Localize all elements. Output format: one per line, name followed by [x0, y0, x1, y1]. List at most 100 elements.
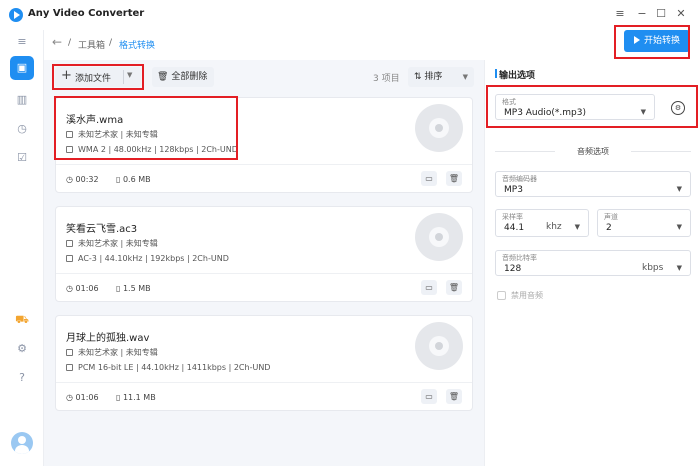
- file-size: ▯ 1.5 MB: [116, 284, 151, 293]
- divider: [56, 273, 472, 274]
- duration-text: 01:06: [75, 393, 99, 402]
- file-card[interactable]: 笑看云飞雪.ac3 未知艺术家 | 未知专辑 AC-3 | 44.10kHz |…: [55, 206, 473, 302]
- settings-icon[interactable]: ⚙: [12, 339, 32, 359]
- disable-audio-label: 禁用音频: [511, 291, 543, 300]
- format-select[interactable]: 格式 MP3 Audio(*.mp3) ▼: [495, 94, 655, 120]
- menu-icon[interactable]: ≡: [612, 6, 628, 22]
- checkbox-icon[interactable]: [497, 291, 506, 300]
- audio-options-heading: 音频选项: [495, 146, 691, 157]
- file-artist-album: 未知艺术家 | 未知专辑: [66, 347, 158, 358]
- format-settings-icon[interactable]: ⚙: [671, 101, 685, 115]
- toolbox-icon[interactable]: ▣: [10, 56, 34, 80]
- audio-disc-icon: [415, 213, 463, 261]
- breadcrumb: ← / 工具箱 / 格式转换 开始转换: [44, 30, 700, 60]
- file-duration: ◷ 01:06: [66, 393, 99, 402]
- output-title: 输出选项: [499, 71, 536, 81]
- delete-all-button[interactable]: 🗑 全部删除: [152, 67, 214, 87]
- bitrate-value: 128: [504, 264, 522, 274]
- title-bar: Any Video Converter ≡ − ☐ ✕: [0, 0, 700, 30]
- open-folder-button[interactable]: ▭: [421, 280, 437, 295]
- sort-button[interactable]: ⇅ 排序 ▼: [408, 67, 474, 87]
- collapse-icon[interactable]: ≡: [12, 32, 32, 52]
- library-icon[interactable]: ▥: [12, 90, 32, 110]
- file-card[interactable]: 溪水声.wma 未知艺术家 | 未知专辑 WMA 2 | 48.00kHz | …: [55, 97, 473, 193]
- cart-icon[interactable]: ⛟: [12, 310, 32, 330]
- samplerate-select[interactable]: 采样率 44.1 khz ▼: [495, 209, 589, 237]
- minimize-button[interactable]: −: [634, 6, 650, 22]
- item-count: 3 项目: [373, 74, 400, 84]
- codec-text: PCM 16-bit LE | 44.10kHz | 1411kbps | 2C…: [78, 363, 271, 372]
- chevron-down-icon: ▼: [574, 223, 580, 231]
- format-label: 格式: [502, 98, 516, 106]
- chevron-down-icon: ▼: [462, 73, 468, 81]
- album-icon: [66, 240, 73, 247]
- audio-encoder-select[interactable]: 音频编码器 MP3 ▼: [495, 171, 691, 197]
- delete-file-button[interactable]: 🗑: [446, 389, 462, 404]
- clock-icon: ◷: [66, 284, 73, 293]
- artist-album-text: 未知艺术家 | 未知专辑: [78, 239, 158, 248]
- channel-select[interactable]: 声道 2 ▼: [597, 209, 691, 237]
- app-logo-icon: [9, 8, 23, 22]
- maximize-button[interactable]: ☐: [653, 6, 669, 22]
- codec-text: WMA 2 | 48.00kHz | 128kbps | 2Ch-UND: [78, 145, 238, 154]
- plus-icon: +: [61, 68, 72, 83]
- file-icon: ▯: [116, 284, 121, 293]
- close-button[interactable]: ✕: [673, 6, 689, 22]
- codec-icon: [66, 146, 73, 153]
- chevron-down-icon: ▼: [676, 264, 682, 272]
- file-icon: ▯: [116, 393, 121, 402]
- file-size: ▯ 11.1 MB: [116, 393, 156, 402]
- size-text: 0.6 MB: [122, 175, 151, 184]
- file-artist-album: 未知艺术家 | 未知专辑: [66, 238, 158, 249]
- open-folder-button[interactable]: ▭: [421, 389, 437, 404]
- divider: [123, 70, 124, 84]
- duration-text: 00:32: [75, 175, 99, 184]
- sidebar: ≡ ▣ ▥ ◷ ☑ ⛟ ⚙ ?: [0, 30, 44, 466]
- samplerate-label: 采样率: [502, 213, 523, 221]
- artist-album-text: 未知艺术家 | 未知专辑: [78, 348, 158, 357]
- file-name: 溪水声.wma: [66, 115, 124, 126]
- file-name: 笑看云飞雪.ac3: [66, 224, 138, 235]
- trash-icon: 🗑: [157, 72, 169, 82]
- codec-icon: [66, 255, 73, 262]
- start-convert-label: 开始转换: [643, 36, 680, 46]
- file-duration: ◷ 00:32: [66, 175, 99, 184]
- size-text: 1.5 MB: [122, 284, 151, 293]
- divider: [56, 382, 472, 383]
- channel-value: 2: [606, 223, 612, 233]
- encoder-value: MP3: [504, 185, 523, 195]
- title-accent-bar: [495, 69, 497, 78]
- audio-disc-icon: [415, 322, 463, 370]
- start-convert-button[interactable]: 开始转换: [624, 30, 690, 52]
- chevron-down-icon[interactable]: ▼: [127, 71, 132, 79]
- codec-icon: [66, 364, 73, 371]
- delete-file-button[interactable]: 🗑: [446, 280, 462, 295]
- chevron-down-icon: ▼: [676, 223, 682, 231]
- album-icon: [66, 349, 73, 356]
- bitrate-label: 音频比特率: [502, 254, 537, 262]
- file-card[interactable]: 月球上的孤独.wav 未知艺术家 | 未知专辑 PCM 16-bit LE | …: [55, 315, 473, 411]
- audio-disc-icon: [415, 104, 463, 152]
- chevron-down-icon: ▼: [640, 108, 646, 116]
- app-title: Any Video Converter: [28, 8, 145, 19]
- size-text: 11.1 MB: [122, 393, 156, 402]
- codec-text: AC-3 | 44.10kHz | 192kbps | 2Ch-UND: [78, 254, 229, 263]
- bitrate-select[interactable]: 音频比特率 128 kbps ▼: [495, 250, 691, 276]
- file-codec-info: PCM 16-bit LE | 44.10kHz | 1411kbps | 2C…: [66, 363, 270, 372]
- chevron-down-icon: ▼: [676, 185, 682, 193]
- tasks-icon[interactable]: ☑: [12, 148, 32, 168]
- disable-audio-checkbox[interactable]: 禁用音频: [497, 290, 543, 301]
- breadcrumb-separator: /: [109, 38, 113, 48]
- file-icon: ▯: [116, 175, 121, 184]
- sort-icon: ⇅: [414, 72, 422, 82]
- history-icon[interactable]: ◷: [12, 119, 32, 139]
- add-file-button[interactable]: + 添加文件 ▼: [55, 67, 141, 87]
- delete-file-button[interactable]: 🗑: [446, 171, 462, 186]
- open-folder-button[interactable]: ▭: [421, 171, 437, 186]
- breadcrumb-toolbox[interactable]: 工具箱: [78, 38, 105, 51]
- help-icon[interactable]: ?: [12, 368, 32, 388]
- file-codec-info: AC-3 | 44.10kHz | 192kbps | 2Ch-UND: [66, 254, 229, 263]
- add-file-label: 添加文件: [75, 74, 112, 84]
- user-avatar[interactable]: [11, 432, 33, 454]
- back-arrow-icon[interactable]: ←: [52, 35, 62, 49]
